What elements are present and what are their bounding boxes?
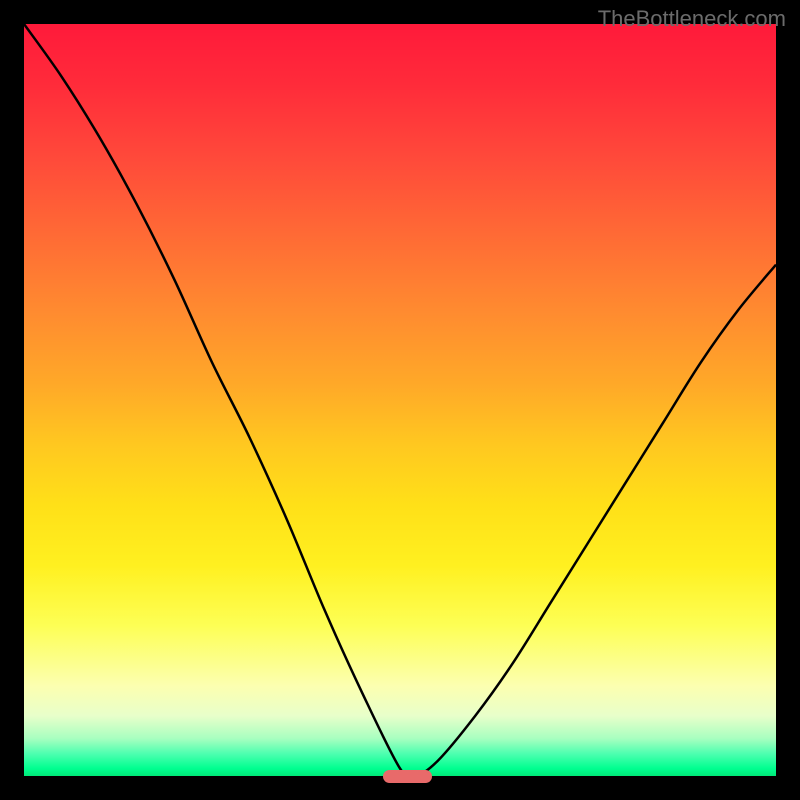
watermark-text: TheBottleneck.com <box>598 6 786 32</box>
chart-plot-area <box>24 24 776 776</box>
bottleneck-curve <box>24 24 776 776</box>
minimum-marker <box>383 770 432 783</box>
